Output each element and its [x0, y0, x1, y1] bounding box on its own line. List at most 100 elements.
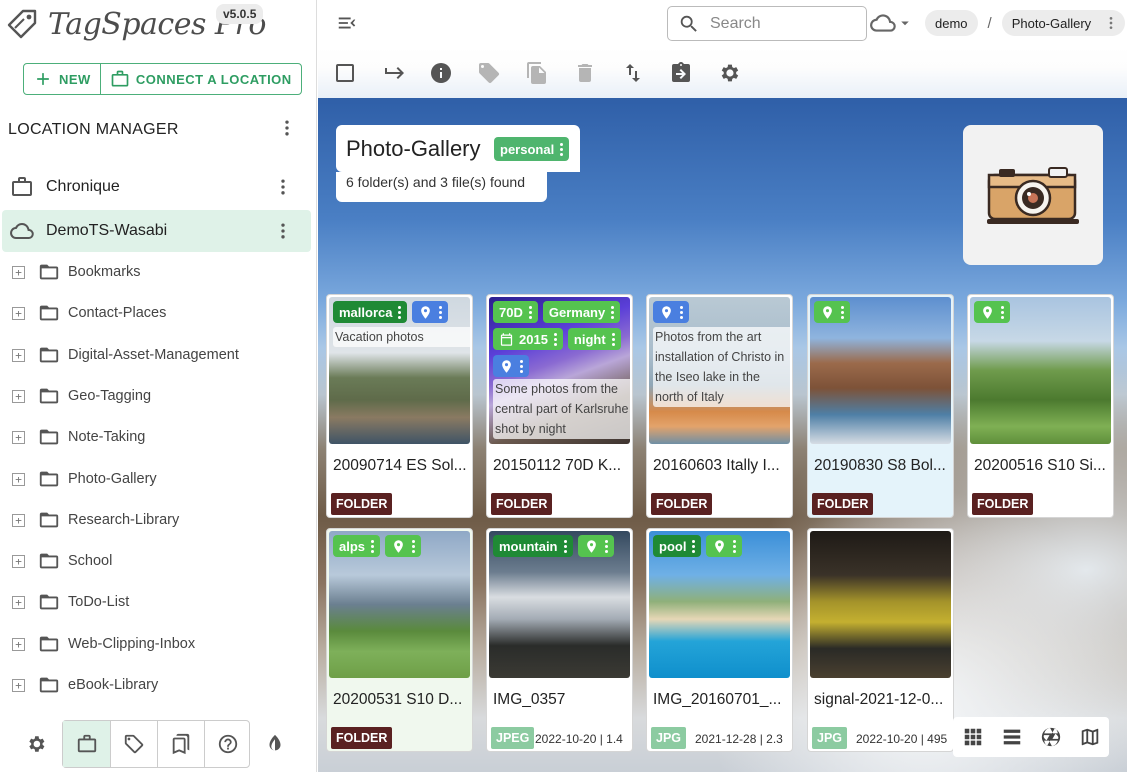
folder-thumbnail[interactable]: [963, 125, 1103, 265]
tag-menu-icon: [733, 539, 737, 553]
location-demots-wasabi[interactable]: DemoTS-Wasabi: [2, 210, 311, 252]
grid-view-button[interactable]: [953, 717, 992, 757]
entry-card[interactable]: mallorca Vacation photos 20090714 ES Sol..…: [326, 294, 473, 518]
geo-tag[interactable]: [653, 301, 689, 323]
expand-icon[interactable]: +: [12, 389, 25, 403]
settings-button[interactable]: [13, 720, 59, 768]
entry-tag[interactable]: 70D: [493, 301, 538, 323]
breadcrumb-item-current[interactable]: Photo-Gallery: [1001, 10, 1126, 36]
bookmarks-panel-button[interactable]: [157, 721, 204, 767]
geo-tag[interactable]: [577, 535, 614, 557]
delete-button[interactable]: [573, 61, 597, 85]
tree-item-note-taking[interactable]: + Note-Taking: [12, 426, 145, 448]
entry-tag-label: Germany: [548, 304, 606, 320]
entry-card[interactable]: signal-2021-12-0... JPG 2022-10-20 | 495: [807, 528, 954, 752]
info-button[interactable]: [429, 61, 453, 85]
expand-icon[interactable]: +: [12, 430, 25, 444]
search-box[interactable]: [667, 6, 867, 41]
version-badge: v5.0.5: [216, 4, 264, 24]
sort-icon: [626, 64, 640, 82]
copy-move-button[interactable]: [525, 61, 549, 85]
expand-icon[interactable]: +: [12, 348, 25, 362]
entry-description: Vacation photos: [333, 327, 470, 347]
entry-card[interactable]: 20190830 S8 Bol... FOLDER: [807, 294, 954, 518]
folder-content: Photo-Gallery personal 6 folder(s) and 3…: [318, 98, 1127, 772]
entry-tags: alps: [333, 535, 470, 557]
entry-tag[interactable]: 2015: [493, 328, 563, 350]
entry-tag[interactable]: night: [567, 328, 621, 350]
tags-panel-button[interactable]: [110, 721, 157, 767]
entry-meta: 2021-12-28 | 2.3: [695, 732, 783, 746]
cloud-icon: [870, 14, 896, 32]
geo-tag[interactable]: [814, 301, 850, 323]
geo-tag[interactable]: [412, 301, 449, 323]
geo-tag[interactable]: [706, 535, 743, 557]
entry-type-badge: FOLDER: [812, 493, 874, 515]
location-menu-button[interactable]: [273, 221, 293, 246]
location-menu-button[interactable]: [273, 177, 293, 202]
import-button[interactable]: [669, 61, 693, 85]
entry-card[interactable]: pool IMG_20160701_... JPG 2021-12-28 | 2.3: [646, 528, 793, 752]
list-view-button[interactable]: [992, 717, 1031, 757]
locations-panel-button[interactable]: [63, 721, 110, 767]
tree-item-bookmarks[interactable]: + Bookmarks: [12, 261, 141, 283]
new-button[interactable]: NEW: [24, 64, 100, 94]
entry-thumbnail: mountain: [489, 531, 630, 678]
entry-card[interactable]: Photos from the art installation of Chri…: [646, 294, 793, 518]
expand-icon[interactable]: +: [12, 637, 25, 651]
entry-card[interactable]: alps 20200531 S10 D... FOLDER: [326, 528, 473, 752]
sort-button[interactable]: [621, 61, 645, 85]
location-manager-menu-button[interactable]: [277, 118, 297, 140]
tree-item-label: School: [68, 553, 113, 569]
folder-icon: [39, 429, 59, 445]
entry-tag-label: 2015: [519, 331, 548, 347]
toggle-sidebar-icon[interactable]: [336, 12, 358, 34]
gallery-view-button[interactable]: [1031, 717, 1070, 757]
tag-menu-icon: [412, 539, 416, 553]
tree-item-web-clipping-inbox[interactable]: + Web-Clipping-Inbox: [12, 633, 195, 655]
expand-icon[interactable]: +: [12, 472, 25, 486]
tree-item-todo-list[interactable]: + ToDo-List: [12, 591, 129, 613]
entry-tag[interactable]: mallorca: [333, 301, 408, 323]
tree-item-research-library[interactable]: + Research-Library: [12, 509, 179, 531]
folder-settings-button[interactable]: [717, 61, 741, 85]
entry-tag[interactable]: Germany: [542, 301, 621, 323]
geo-tag[interactable]: [493, 355, 529, 377]
theme-toggle-button[interactable]: [252, 720, 298, 768]
connect-location-button[interactable]: CONNECT A LOCATION: [99, 64, 301, 94]
geo-tag[interactable]: [974, 301, 1010, 323]
parent-folder-button[interactable]: [382, 61, 406, 85]
expand-icon[interactable]: +: [12, 595, 25, 609]
tree-item-ebook-library[interactable]: + eBook-Library: [12, 674, 158, 696]
tree-item-school[interactable]: + School: [12, 550, 112, 572]
location-chronique[interactable]: Chronique: [2, 166, 311, 208]
theme-icon: [269, 734, 281, 751]
geo-tag-icon: [421, 305, 431, 319]
expand-icon[interactable]: +: [12, 678, 25, 692]
tag-button[interactable]: [477, 61, 501, 85]
map-view-button[interactable]: [1070, 717, 1109, 757]
tree-item-contact-places[interactable]: + Contact-Places: [12, 302, 166, 324]
expand-icon[interactable]: +: [12, 513, 25, 527]
expand-icon[interactable]: +: [12, 265, 25, 279]
tree-item-digital-asset-management[interactable]: + Digital-Asset-Management: [12, 344, 239, 366]
tree-item-geo-tagging[interactable]: + Geo-Tagging: [12, 385, 151, 407]
entry-card[interactable]: 20200516 S10 Si... FOLDER: [967, 294, 1114, 518]
geo-tag[interactable]: [385, 535, 422, 557]
tag-menu-icon: [1001, 305, 1005, 319]
entry-card[interactable]: 70D Germany 2015 night Some photos from the …: [486, 294, 633, 518]
entry-tag[interactable]: alps: [333, 535, 381, 557]
entry-card[interactable]: mountain IMG_0357 JPEG 2022-10-20 | 1.4: [486, 528, 633, 752]
folder-tag-personal[interactable]: personal: [494, 137, 570, 161]
search-input[interactable]: [710, 14, 850, 33]
help-panel-button[interactable]: [204, 721, 251, 767]
expand-icon[interactable]: +: [12, 306, 25, 320]
entry-tag[interactable]: mountain: [493, 535, 573, 557]
expand-icon[interactable]: +: [12, 554, 25, 568]
location-switcher-button[interactable]: [870, 10, 914, 36]
entry-tag[interactable]: pool: [653, 535, 702, 557]
view-mode-switcher: [953, 717, 1109, 757]
breadcrumb-item-demo[interactable]: demo: [925, 10, 978, 36]
tree-item-photo-gallery[interactable]: + Photo-Gallery: [12, 468, 157, 490]
select-all-button[interactable]: [333, 61, 357, 85]
